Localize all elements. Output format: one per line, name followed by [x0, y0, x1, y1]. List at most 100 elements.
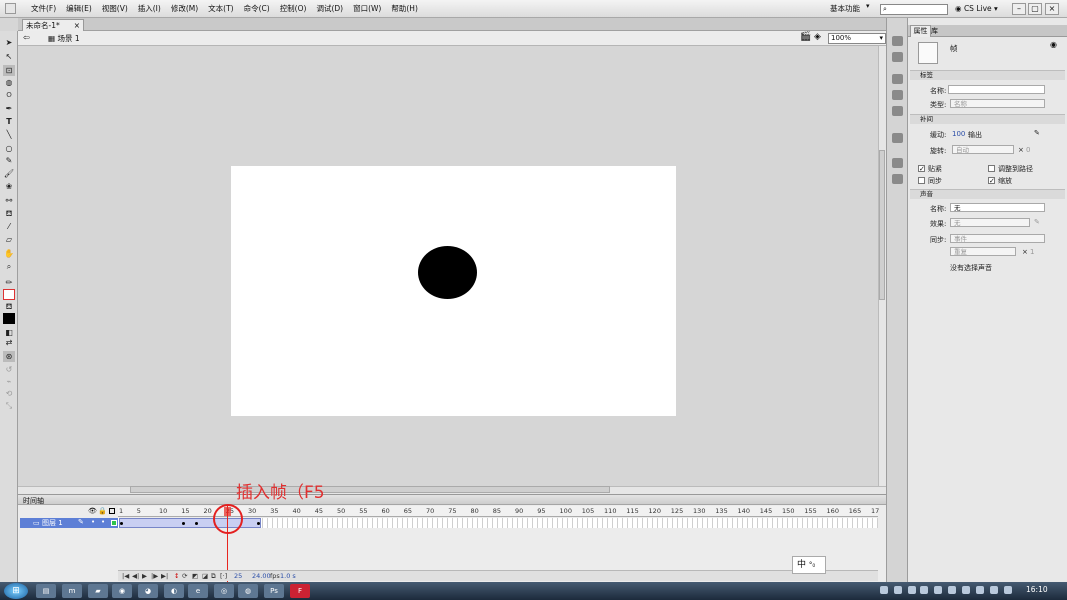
repeat-times-value[interactable]: 1	[1030, 248, 1034, 256]
tray-icon[interactable]	[880, 586, 888, 594]
center-frame-icon[interactable]: ↕	[174, 572, 179, 580]
eyedropper-tool-icon[interactable]: ⁄	[3, 221, 15, 232]
loop-icon[interactable]: ⟳	[182, 572, 187, 580]
tray-icon[interactable]	[934, 586, 942, 594]
rotate-select[interactable]: 自动	[952, 145, 1014, 154]
edit-symbol-icon[interactable]: ◈	[814, 32, 821, 42]
eraser-tool-icon[interactable]: ▱	[3, 234, 15, 245]
tray-icon[interactable]	[948, 586, 956, 594]
menu-edit[interactable]: 编辑(E)	[61, 0, 97, 18]
code-snippets-icon[interactable]	[892, 133, 903, 143]
info-panel-icon[interactable]	[892, 90, 903, 100]
pen-tool-icon[interactable]: ✒	[3, 103, 15, 114]
section-sound-header[interactable]: 声音	[910, 189, 1065, 199]
frame-rate-value[interactable]: 24.00	[252, 572, 271, 580]
line-tool-icon[interactable]: ╲	[3, 129, 15, 140]
help-tray-icon[interactable]	[894, 586, 902, 594]
oval-tool-icon[interactable]: ○	[3, 143, 15, 154]
ease-value[interactable]: 100	[952, 130, 965, 138]
outline-toggle-icon[interactable]	[109, 508, 115, 514]
fill-none-swatch-icon[interactable]	[3, 289, 15, 300]
tray-icon[interactable]	[920, 586, 928, 594]
bone-tool-icon[interactable]: ⚯	[3, 195, 15, 206]
stroke-color-icon[interactable]: ✏	[3, 277, 15, 288]
snap-to-objects-icon[interactable]: ⊛	[3, 351, 15, 362]
lock-dot-icon[interactable]: •	[101, 518, 105, 526]
paint-bucket-tool-icon[interactable]: ⛾	[3, 208, 15, 219]
lasso-tool-icon[interactable]: ଠ	[3, 89, 15, 100]
lock-icon[interactable]: 🔒	[98, 507, 107, 515]
swatches-panel-icon[interactable]	[892, 52, 903, 62]
show-hide-eye-icon[interactable]: 👁	[88, 507, 97, 515]
vertical-scrollbar-thumb[interactable]	[879, 150, 885, 300]
black-circle-shape[interactable]	[418, 246, 477, 299]
smooth-icon[interactable]: ↺	[3, 364, 15, 375]
maximize-button[interactable]: ▢	[1028, 3, 1042, 15]
back-arrow-icon[interactable]: ⇦	[23, 33, 30, 42]
media-taskbar-icon[interactable]: ◎	[214, 584, 234, 598]
visible-dot-icon[interactable]: •	[91, 518, 95, 526]
deco-tool-icon[interactable]: ❀	[3, 181, 15, 192]
step-forward-button[interactable]: |▶	[151, 572, 158, 580]
tray-icon[interactable]	[976, 586, 984, 594]
qq-taskbar-icon[interactable]: ◐	[164, 584, 184, 598]
photoshop-taskbar-icon[interactable]: Ps	[264, 584, 284, 598]
volume-icon[interactable]	[1004, 586, 1012, 594]
scale-icon[interactable]: ⤡	[3, 400, 15, 411]
motion-presets-icon[interactable]	[892, 174, 903, 184]
menu-modify[interactable]: 修改(M)	[166, 0, 203, 18]
horizontal-scrollbar-thumb[interactable]	[130, 486, 610, 493]
workspace-switcher[interactable]: 基本功能	[830, 3, 860, 14]
selection-tool-icon[interactable]: ➤	[3, 37, 15, 48]
flash-taskbar-icon[interactable]: F	[290, 584, 310, 598]
pencil-tool-icon[interactable]: ✎	[3, 155, 15, 166]
last-frame-button[interactable]: ▶|	[161, 572, 168, 580]
components-panel-icon[interactable]	[892, 158, 903, 168]
explorer-taskbar-icon[interactable]: ▤	[36, 584, 56, 598]
tray-icon[interactable]	[908, 586, 916, 594]
straighten-icon[interactable]: ⌁	[3, 376, 15, 387]
hand-tool-icon[interactable]: ✋	[3, 248, 15, 259]
chrome-taskbar-icon[interactable]: ◍	[238, 584, 258, 598]
chevron-down-icon[interactable]: ▾	[866, 2, 870, 10]
onion-skin-icon[interactable]: ◩	[192, 572, 198, 580]
menu-control[interactable]: 控制(O)	[275, 0, 312, 18]
section-tween-header[interactable]: 补间	[910, 114, 1065, 124]
sound-sync-select[interactable]: 事件	[950, 234, 1045, 243]
folder-taskbar-icon[interactable]: ▰	[88, 584, 108, 598]
first-frame-button[interactable]: |◀	[122, 572, 129, 580]
timeline-panel-header[interactable]: 时间轴	[18, 494, 886, 505]
scene-breadcrumb[interactable]: ▦ 场景 1	[48, 33, 80, 44]
ime-indicator[interactable]: 中 °₀	[792, 556, 826, 574]
section-label-header[interactable]: 标签	[910, 70, 1065, 80]
zoom-tool-icon[interactable]: ⌕	[3, 261, 15, 272]
cs-live-button[interactable]: ◉ CS Live ▾	[955, 4, 998, 13]
sync-checkbox[interactable]	[918, 177, 925, 184]
rotate-times-value[interactable]: 0	[1026, 146, 1030, 154]
orient-to-path-checkbox[interactable]	[988, 165, 995, 172]
zoom-select[interactable]: 100% ▾	[828, 33, 886, 44]
menu-insert[interactable]: 插入(I)	[133, 0, 166, 18]
menu-text[interactable]: 文本(T)	[203, 0, 238, 18]
type-select[interactable]: 名称	[950, 99, 1045, 108]
play-button[interactable]: ▶	[142, 572, 147, 580]
tab-properties[interactable]: 属性	[910, 25, 931, 37]
keyframe-dot[interactable]	[257, 522, 260, 525]
close-tab-icon[interactable]: ×	[74, 20, 80, 31]
help-search-input[interactable]: ⌕	[880, 4, 948, 15]
layer-outline-color[interactable]	[111, 520, 117, 526]
3d-rotation-tool-icon[interactable]: ◍	[3, 77, 15, 88]
edit-scene-icon[interactable]: 🎬	[800, 32, 811, 42]
ie-taskbar-icon[interactable]: e	[188, 584, 208, 598]
clock[interactable]: 16:10	[1026, 585, 1048, 594]
app-taskbar-icon[interactable]: m	[62, 584, 82, 598]
keyframe-dot[interactable]	[195, 522, 198, 525]
help-icon[interactable]: ◉	[1050, 40, 1057, 49]
browser-taskbar-icon[interactable]: ◉	[112, 584, 132, 598]
transform-panel-icon[interactable]	[892, 106, 903, 116]
current-frame-value[interactable]: 25	[234, 572, 242, 580]
keyframe-dot[interactable]	[182, 522, 185, 525]
effect-select[interactable]: 无	[950, 218, 1030, 227]
keyframe-dot[interactable]	[120, 522, 123, 525]
swap-colors-icon[interactable]: ⇄	[3, 337, 15, 348]
